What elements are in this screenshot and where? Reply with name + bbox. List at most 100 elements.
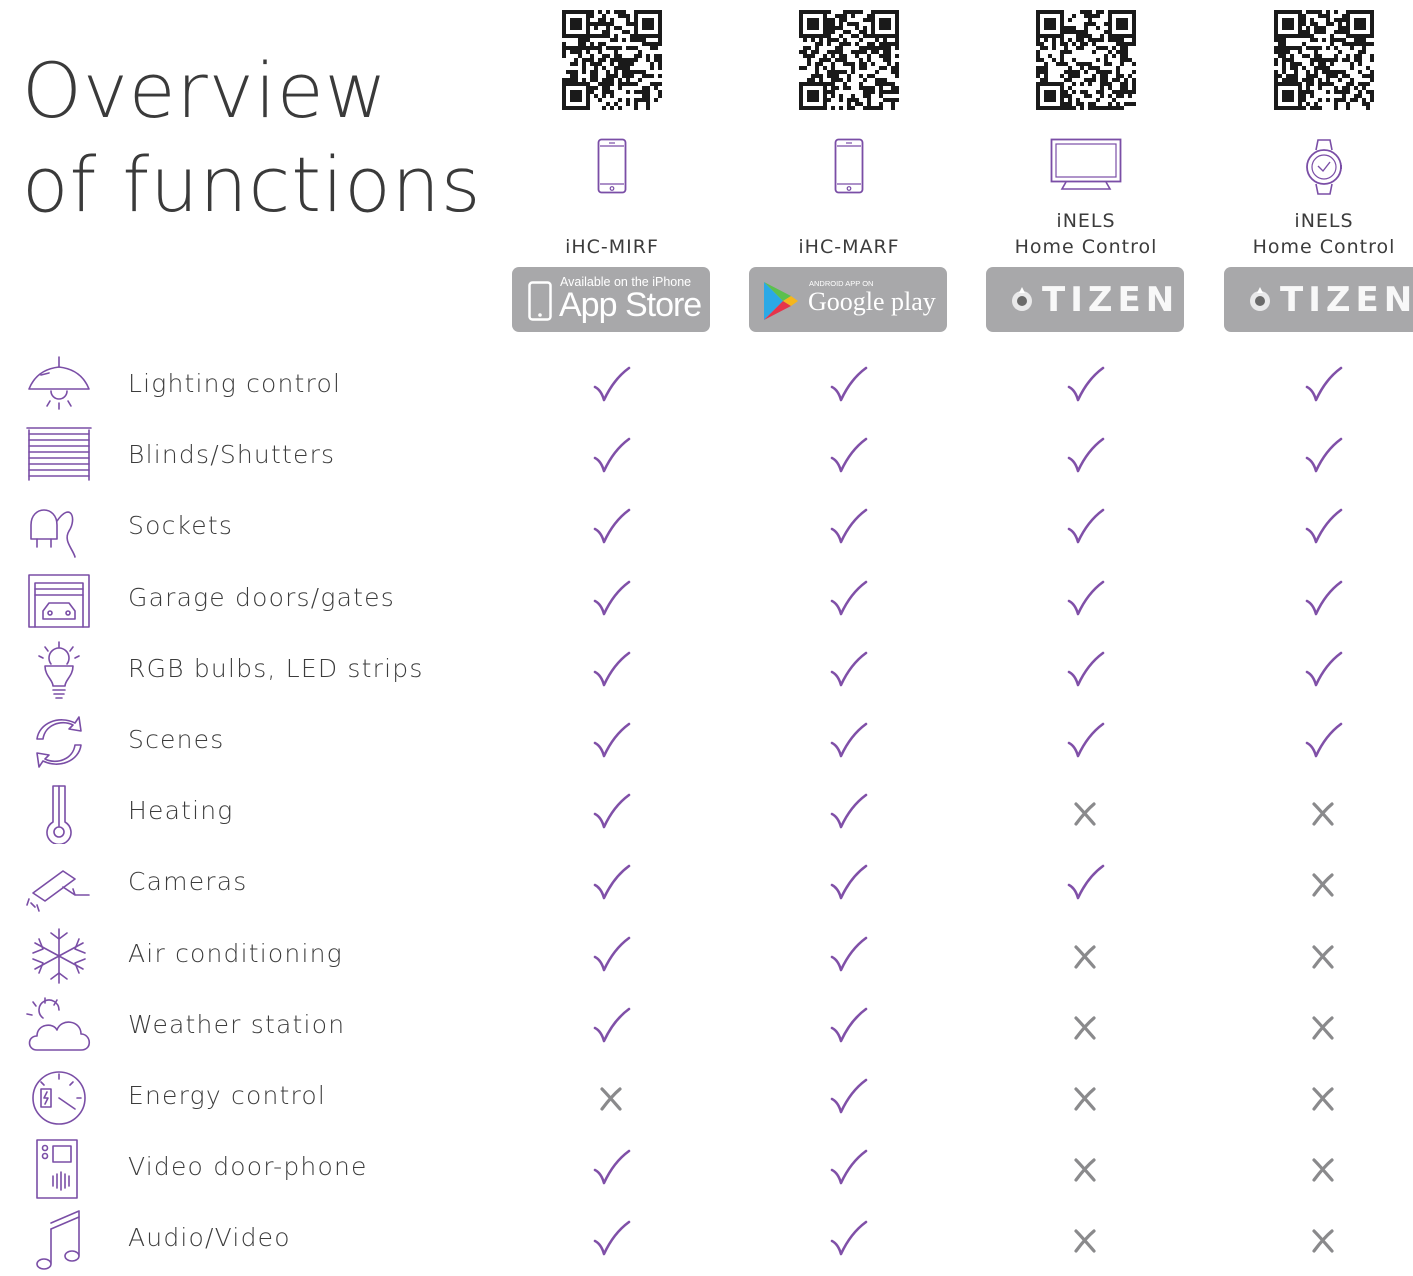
cross-icon (1065, 1219, 1105, 1259)
bulb-icon (22, 640, 96, 702)
checkmark-icon (828, 863, 868, 903)
qr-code-icon[interactable] (799, 10, 899, 110)
tizen-badge[interactable]: TIZEN (1224, 267, 1413, 332)
tizen-badge[interactable]: TIZEN (986, 267, 1184, 332)
feature-label: Lighting control (128, 369, 342, 398)
app-name: iHC-MIRF (492, 206, 732, 260)
checkmark-icon (1303, 436, 1343, 476)
checkmark-icon (1065, 507, 1105, 547)
table-row: Air conditioning (0, 921, 1413, 992)
feature-label: Blinds/Shutters (128, 440, 336, 470)
feature-label: Energy control (128, 1081, 327, 1110)
checkmark-icon (1303, 579, 1343, 619)
cross-icon (1065, 1077, 1105, 1117)
checkmark-icon (591, 792, 631, 832)
checkmark-icon (591, 721, 631, 761)
cross-icon (591, 1077, 631, 1117)
feature-label: Weather station (128, 1009, 346, 1039)
app-name: iNELS Home Control (1204, 206, 1413, 260)
checkmark-icon (1303, 650, 1343, 690)
cross-icon (1303, 1077, 1343, 1117)
table-row: Scenes (0, 707, 1413, 778)
checkmark-icon (1065, 579, 1105, 619)
checkmark-icon (1303, 721, 1343, 761)
table-row: RGB bulbs, LED strips (0, 636, 1413, 707)
table-row: Audio/Video (0, 1205, 1413, 1276)
cross-icon (1303, 1006, 1343, 1046)
checkmark-icon (591, 507, 631, 547)
feature-label: Scenes (128, 725, 225, 754)
feature-label: Video door-phone (128, 1152, 368, 1182)
table-row: Garage doors/gates (0, 565, 1413, 636)
app-name-line-2: iHC-MARF (798, 236, 900, 258)
checkmark-icon (1065, 863, 1105, 903)
checkmark-icon (591, 1219, 631, 1259)
cross-icon (1065, 1006, 1105, 1046)
checkmark-icon (591, 863, 631, 903)
table-row: Video door-phone (0, 1134, 1413, 1205)
checkmark-icon (828, 507, 868, 547)
cross-icon (1303, 1148, 1343, 1188)
checkmark-icon (828, 721, 868, 761)
qr-code-icon[interactable] (562, 10, 662, 110)
checkmark-icon (828, 1148, 868, 1188)
energy-meter-icon (22, 1067, 96, 1129)
table-row: Cameras (0, 849, 1413, 920)
app-store-badge[interactable]: Available on the iPhone App Store (512, 267, 710, 332)
sun-cloud-icon (22, 996, 96, 1058)
checkmark-icon (1065, 721, 1105, 761)
app-name-line-1: iNELS (1294, 210, 1354, 232)
checkmark-icon (828, 579, 868, 619)
app-name: iHC-MARF (729, 206, 969, 260)
feature-label: Air conditioning (128, 938, 343, 968)
store-big-text: Google play (808, 287, 936, 316)
cross-icon (1065, 792, 1105, 832)
checkmark-icon (591, 579, 631, 619)
checkmark-icon (828, 1006, 868, 1046)
table-row: Sockets (0, 493, 1413, 564)
music-note-icon (22, 1209, 96, 1271)
checkmark-icon (828, 1077, 868, 1117)
qr-code-icon[interactable] (1274, 10, 1374, 110)
app-name: iNELS Home Control (966, 206, 1206, 260)
table-row: Lighting control (0, 351, 1413, 422)
snowflake-icon (22, 925, 96, 987)
tizen-logo-icon (1012, 287, 1032, 311)
title-line-2: of functions (22, 140, 482, 229)
smartwatch-icon (1224, 138, 1413, 196)
checkmark-icon (1065, 650, 1105, 690)
google-play-badge[interactable]: ANDROID APP ON Google play (749, 267, 947, 332)
store-big-text: TIZEN (1280, 280, 1413, 320)
checkmark-icon (828, 1219, 868, 1259)
checkmark-icon (591, 436, 631, 476)
cross-icon (1065, 935, 1105, 975)
smartphone-icon (749, 138, 949, 196)
checkmark-icon (1303, 507, 1343, 547)
checkmark-icon (828, 436, 868, 476)
cross-icon (1303, 935, 1343, 975)
plug-icon (22, 497, 96, 559)
feature-label: RGB bulbs, LED strips (128, 653, 424, 683)
cross-icon (1303, 1219, 1343, 1259)
checkmark-icon (591, 365, 631, 405)
checkmark-icon (828, 650, 868, 690)
table-row: Energy control (0, 1063, 1413, 1134)
cross-icon (1065, 1148, 1105, 1188)
title-line-1: Overview (22, 46, 388, 135)
ceiling-lamp-icon (22, 355, 96, 417)
cross-icon (1303, 863, 1343, 903)
tv-icon (986, 138, 1186, 196)
iphone-icon (528, 281, 552, 321)
app-name-line-2: Home Control (1252, 236, 1396, 258)
feature-label: Audio/Video (128, 1223, 291, 1253)
checkmark-icon (591, 1148, 631, 1188)
refresh-arrows-icon (22, 711, 96, 773)
checkmark-icon (1065, 436, 1105, 476)
checkmark-icon (828, 792, 868, 832)
page-title: Overview of functions (22, 44, 481, 232)
qr-code-icon[interactable] (1036, 10, 1136, 110)
app-name-line-2: Home Control (1014, 236, 1158, 258)
door-phone-icon (22, 1138, 96, 1200)
garage-icon (22, 569, 96, 631)
store-big-text: TIZEN (1042, 280, 1180, 320)
